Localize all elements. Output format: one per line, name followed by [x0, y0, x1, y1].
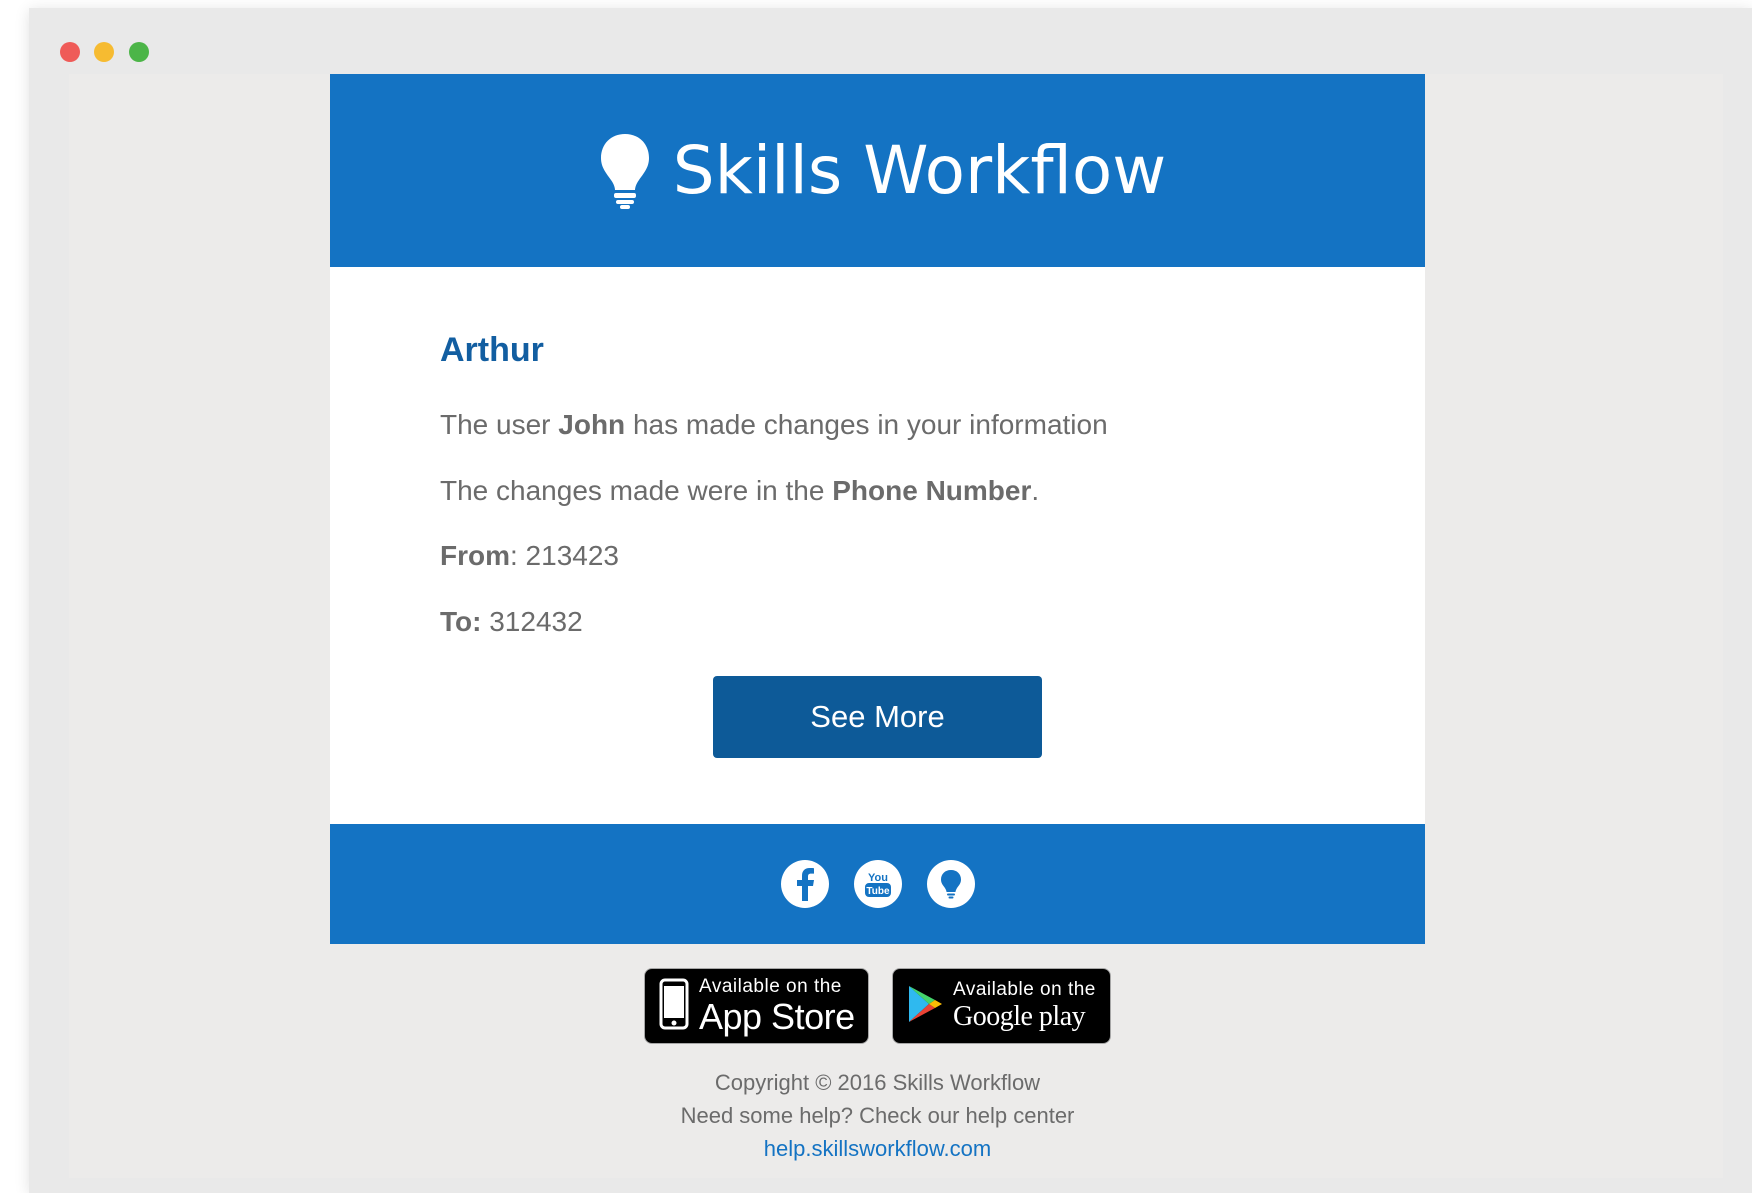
to-value-line: To: 312432	[440, 606, 583, 638]
user-name: John	[558, 409, 626, 440]
browser-window: Skills Workflow Arthur The user John has…	[29, 8, 1752, 1193]
svg-text:You: You	[868, 872, 888, 884]
google-play-small-text: Available on the	[953, 979, 1096, 1000]
text: has made changes in your information	[625, 409, 1108, 440]
app-store-badge[interactable]: Available on the App Store	[644, 968, 869, 1044]
app-store-badges: Available on the App Store Available on …	[330, 968, 1425, 1044]
social-footer: You Tube	[330, 824, 1425, 944]
google-play-badge[interactable]: Available on the Google play	[892, 968, 1111, 1044]
google-play-text: Available on the Google play	[953, 979, 1096, 1033]
email-viewport: Skills Workflow Arthur The user John has…	[69, 74, 1723, 1178]
svg-text:Tube: Tube	[866, 886, 890, 897]
app-store-text: Available on the App Store	[699, 976, 855, 1036]
maximize-window-button[interactable]	[129, 42, 149, 62]
app-store-small-text: Available on the	[699, 976, 842, 997]
text: The changes made were in the	[440, 475, 833, 506]
skills-workflow-link[interactable]	[926, 860, 975, 908]
facebook-icon	[793, 867, 817, 901]
from-label: From	[440, 540, 510, 571]
email-footer-text: Copyright © 2016 Skills Workflow Need so…	[330, 1066, 1425, 1165]
see-more-button[interactable]: See More	[713, 676, 1042, 758]
email-container: Skills Workflow Arthur The user John has…	[330, 74, 1425, 1161]
changed-field-line: The changes made were in the Phone Numbe…	[440, 475, 1039, 507]
changed-field: Phone Number	[832, 475, 1032, 506]
google-play-name: Google play	[953, 1001, 1086, 1032]
lightbulb-icon	[940, 869, 962, 899]
from-value: : 213423	[510, 540, 619, 571]
app-store-name: App Store	[699, 996, 855, 1037]
change-notice-line: The user John has made changes in your i…	[440, 409, 1108, 441]
text: .	[1031, 475, 1040, 506]
iphone-icon	[659, 978, 689, 1035]
brand-logo[interactable]: Skills Workflow	[599, 132, 1167, 210]
youtube-icon: You Tube	[863, 869, 893, 899]
help-center-link[interactable]: help.skillsworkflow.com	[764, 1136, 991, 1161]
youtube-link[interactable]: You Tube	[853, 860, 902, 908]
minimize-window-button[interactable]	[94, 42, 114, 62]
brand-name: Skills Workflow	[672, 132, 1167, 209]
to-label: To:	[440, 606, 482, 637]
lightbulb-icon	[599, 132, 651, 210]
recipient-greeting: Arthur	[440, 331, 544, 369]
email-header: Skills Workflow	[330, 74, 1425, 267]
google-play-icon	[907, 984, 943, 1029]
to-value: 312432	[481, 606, 583, 637]
close-window-button[interactable]	[60, 42, 80, 62]
from-value-line: From: 213423	[440, 540, 619, 572]
facebook-link[interactable]	[780, 860, 829, 908]
email-body: Arthur The user John has made changes in…	[330, 267, 1425, 824]
copyright-text: Copyright © 2016 Skills Workflow	[714, 1070, 1041, 1095]
help-text: Need some help? Check our help center	[680, 1103, 1075, 1128]
text: The user	[440, 409, 559, 440]
